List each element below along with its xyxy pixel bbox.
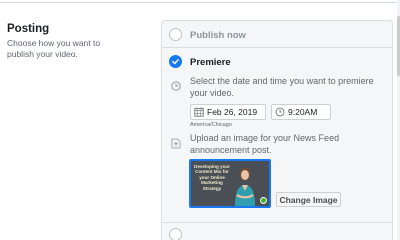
check-circle-icon[interactable]	[169, 55, 182, 68]
thumbnail-text: Developing your Content Mix for your Onl…	[194, 164, 230, 191]
section-description: Choose how you want to publish your vide…	[7, 38, 101, 59]
section-title: Posting	[7, 23, 50, 35]
next-option-radio[interactable]	[169, 228, 182, 240]
date-picker[interactable]: Feb 26, 2019	[190, 104, 266, 120]
posting-options-panel: Publish now Premiere Select the date and…	[161, 20, 393, 240]
time-picker[interactable]: 9:20AM	[271, 104, 331, 120]
timezone-label: America/Chicago	[190, 122, 232, 128]
image-upload-icon	[171, 138, 181, 149]
calendar-icon	[194, 107, 204, 117]
top-divider	[0, 2, 400, 3]
publish-now-label: Publish now	[190, 30, 246, 41]
date-value: Feb 26, 2019	[207, 107, 258, 117]
announcement-image-thumbnail[interactable]: Developing your Content Mix for your Onl…	[189, 159, 271, 208]
selected-badge-icon	[260, 197, 267, 204]
time-value: 9:20AM	[288, 107, 318, 117]
clock-icon	[171, 81, 181, 91]
upload-description: Upload an image for your News Feed annou…	[190, 133, 340, 155]
premiere-label: Premiere	[190, 57, 231, 68]
person-photo	[235, 167, 255, 206]
premiere-description: Select the date and time you want to pre…	[190, 76, 374, 98]
change-image-button[interactable]: Change Image	[276, 192, 341, 207]
option-divider	[162, 222, 392, 223]
publish-now-radio[interactable]	[169, 28, 182, 41]
time-clock-icon	[275, 107, 285, 117]
option-publish-now[interactable]: Publish now	[162, 21, 392, 48]
